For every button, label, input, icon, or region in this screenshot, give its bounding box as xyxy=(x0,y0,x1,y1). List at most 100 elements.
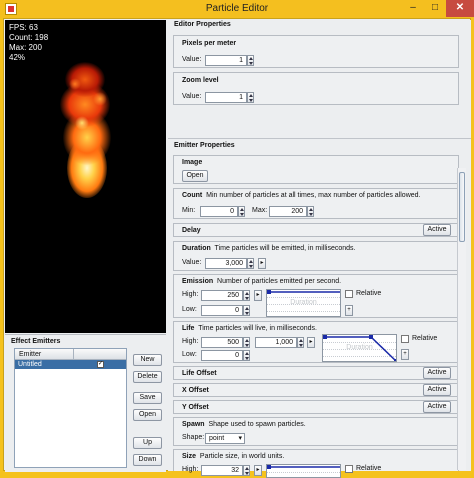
size-high-label: High: xyxy=(182,466,199,473)
ppm-spinner[interactable] xyxy=(247,55,254,66)
spawn-panel: Spawn Shape used to spawn particles. Sha… xyxy=(173,417,459,446)
emission-add-point-button[interactable]: + xyxy=(345,305,353,316)
emission-relative-checkbox[interactable] xyxy=(345,290,353,298)
size-high-field[interactable]: 32 xyxy=(201,465,243,476)
effect-emitters-panel: Effect Emitters Emitter Untitled ✓ New D… xyxy=(5,334,166,472)
delete-button[interactable]: Delete xyxy=(133,371,162,383)
life-high-field[interactable]: 500 xyxy=(201,337,243,348)
duration-expand-button[interactable]: ▸ xyxy=(258,258,266,269)
emission-expand-button[interactable]: ▸ xyxy=(254,290,262,301)
effect-emitters-title: Effect Emitters xyxy=(11,338,61,345)
emission-low-spinner[interactable] xyxy=(243,305,250,316)
chevron-down-icon: ▾ xyxy=(238,435,242,442)
duration-description: Time particles will be emitted, in milli… xyxy=(214,245,356,252)
emission-low-label: Low: xyxy=(182,306,197,313)
emitter-name: Untitled xyxy=(18,361,42,368)
size-relative-checkbox[interactable] xyxy=(345,465,353,473)
ppm-value-label: Value: xyxy=(182,56,202,63)
spawn-label: Spawn xyxy=(182,421,205,428)
zoom-level-label: Zoom level xyxy=(182,77,219,84)
life-low-spinner[interactable] xyxy=(243,350,250,361)
count-min-spinner[interactable] xyxy=(238,206,245,217)
image-open-button[interactable]: Open xyxy=(182,170,208,182)
duration-panel: Duration Time particles will be emitted,… xyxy=(173,241,459,271)
up-button[interactable]: Up xyxy=(133,437,162,449)
life-high-spinner[interactable] xyxy=(243,337,250,348)
emission-label: Emission xyxy=(182,278,214,285)
delay-label: Delay xyxy=(182,227,201,234)
max-text: Max: 200 xyxy=(9,43,42,52)
life-offset-active-button[interactable]: Active xyxy=(423,367,451,379)
pixels-per-meter-label: Pixels per meter xyxy=(182,40,237,47)
life-relative-checkbox[interactable] xyxy=(401,335,409,343)
size-panel: Size Particle size, in world units. High… xyxy=(173,449,459,478)
emitter-table[interactable]: Emitter Untitled ✓ xyxy=(14,348,127,468)
spawn-shape-value: point xyxy=(209,435,225,442)
table-row[interactable]: Untitled ✓ xyxy=(15,360,126,369)
delay-row: Delay Active xyxy=(173,223,459,237)
close-button[interactable]: ✕ xyxy=(446,0,474,17)
emitter-properties-scrollbar[interactable] xyxy=(457,168,466,470)
size-high-spinner[interactable] xyxy=(243,465,250,476)
x-offset-label: X Offset xyxy=(182,387,209,394)
emission-low-field[interactable]: 0 xyxy=(201,305,243,316)
life-low-field[interactable]: 0 xyxy=(201,350,243,361)
y-offset-label: Y Offset xyxy=(182,404,209,411)
y-offset-active-button[interactable]: Active xyxy=(423,401,451,413)
title-bar: Particle Editor – □ ✕ xyxy=(0,0,474,18)
duration-value-field[interactable]: 3,000 xyxy=(205,258,247,269)
life-high2-field[interactable]: 1,000 xyxy=(255,337,297,348)
spawn-shape-select[interactable]: point ▾ xyxy=(205,433,245,444)
split-divider[interactable] xyxy=(168,138,471,140)
count-panel: Count Min number of particles at all tim… xyxy=(173,188,459,219)
zoom-value-field[interactable]: 1 xyxy=(205,92,247,103)
life-high-label: High: xyxy=(182,338,199,345)
size-expand-button[interactable]: ▸ xyxy=(254,465,262,476)
size-curve xyxy=(267,465,340,469)
life-expand-button[interactable]: ▸ xyxy=(307,337,315,348)
down-button[interactable]: Down xyxy=(133,454,162,466)
size-label: Size xyxy=(182,453,197,460)
particle-preview[interactable]: FPS: 63 Count: 198 Max: 200 42% xyxy=(5,20,166,333)
open-button[interactable]: Open xyxy=(133,409,162,421)
count-text: Count: 198 xyxy=(9,33,49,42)
fps-text: FPS: 63 xyxy=(9,23,38,32)
size-graph[interactable] xyxy=(266,464,341,478)
emitter-column-header[interactable]: Emitter xyxy=(19,351,41,358)
emission-high-label: High: xyxy=(182,291,199,298)
editor-properties-title: Editor Properties xyxy=(174,21,231,28)
spawn-description: Shape used to spawn particles. xyxy=(208,421,306,428)
stats-overlay: FPS: 63 Count: 198 Max: 200 42% xyxy=(9,23,48,63)
new-button[interactable]: New xyxy=(133,354,162,366)
emitter-table-header: Emitter xyxy=(15,349,126,360)
duration-value-label: Value: xyxy=(182,259,202,266)
emission-high-spinner[interactable] xyxy=(243,290,250,301)
duration-spinner[interactable] xyxy=(247,258,254,269)
maximize-button[interactable]: □ xyxy=(424,0,446,17)
save-button[interactable]: Save xyxy=(133,392,162,404)
emitter-enabled-checkbox[interactable]: ✓ xyxy=(97,361,104,368)
spawn-shape-label: Shape: xyxy=(182,434,205,441)
emission-high-field[interactable]: 250 xyxy=(201,290,243,301)
count-max-label: Max: xyxy=(252,207,268,214)
delay-active-button[interactable]: Active xyxy=(423,224,451,236)
x-offset-active-button[interactable]: Active xyxy=(423,384,451,396)
size-relative-label: Relative xyxy=(356,465,382,472)
life-relative-label: Relative xyxy=(412,335,438,342)
count-max-field[interactable]: 200 xyxy=(269,206,307,217)
x-offset-row: X Offset Active xyxy=(173,383,459,397)
ppm-value-field[interactable]: 1 xyxy=(205,55,247,66)
count-min-field[interactable]: 0 xyxy=(200,206,238,217)
count-max-spinner[interactable] xyxy=(307,206,314,217)
life-high2-spinner[interactable] xyxy=(297,337,304,348)
count-description: Min number of particles at all times, ma… xyxy=(206,192,421,199)
life-description: Time particles will live, in millisecond… xyxy=(198,325,317,332)
life-low-label: Low: xyxy=(182,351,197,358)
emission-graph[interactable]: Duration xyxy=(266,289,341,317)
life-graph[interactable]: Duration xyxy=(322,334,397,362)
life-add-point-button[interactable]: + xyxy=(401,349,409,360)
zoom-spinner[interactable] xyxy=(247,92,254,103)
life-offset-label: Life Offset xyxy=(182,370,217,377)
minimize-button[interactable]: – xyxy=(402,0,424,17)
scrollbar-thumb[interactable] xyxy=(459,172,465,242)
